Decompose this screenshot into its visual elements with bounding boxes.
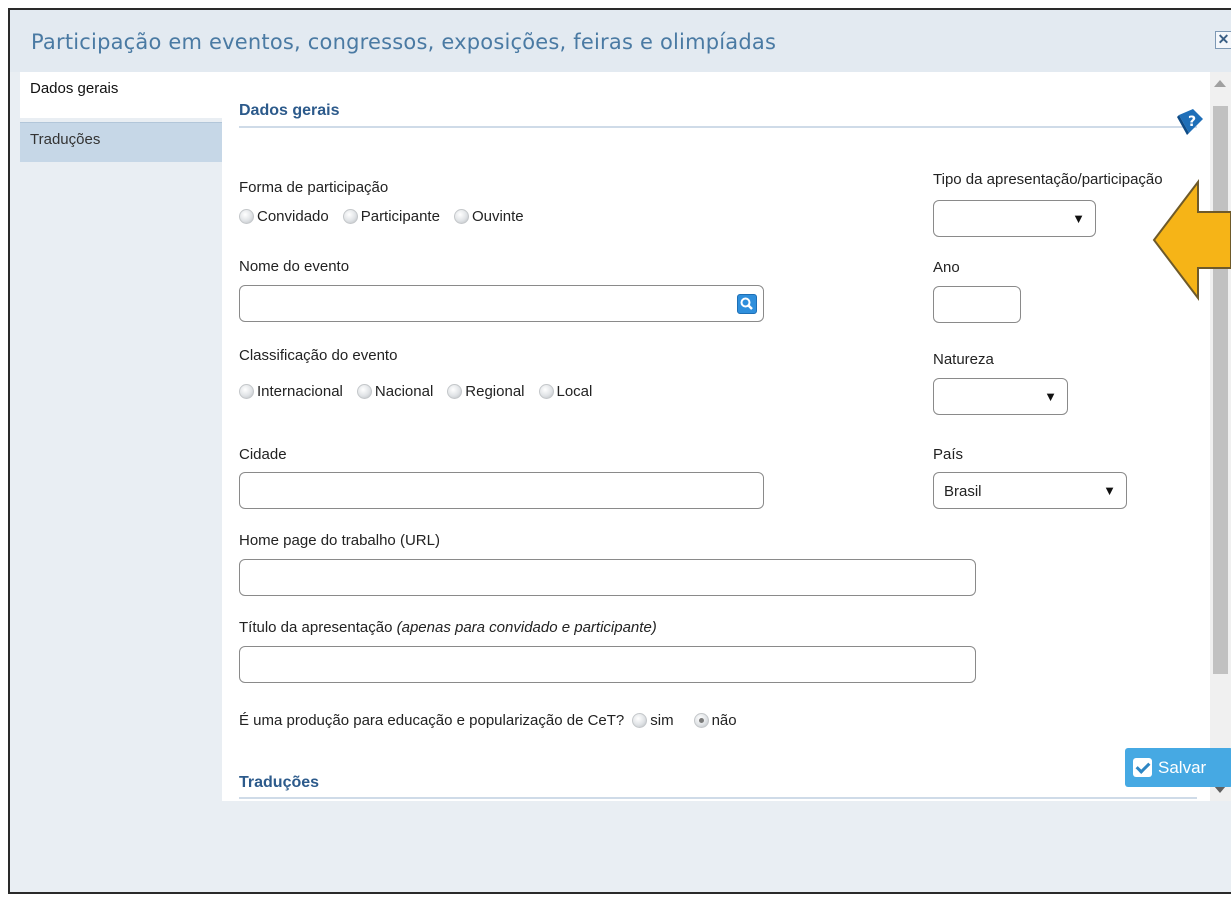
radio-ouvinte[interactable]: [453, 209, 469, 224]
radio-label-internacional: Internacional: [257, 383, 343, 400]
pais-value: Brasil: [944, 483, 982, 500]
radio-nao[interactable]: [693, 713, 709, 728]
chevron-down-icon: ▼: [1072, 211, 1085, 226]
classificacao-radios: Internacional Nacional Regional Local: [239, 383, 606, 400]
radio-label-nacional: Nacional: [374, 383, 434, 400]
tipo-apresentacao-select[interactable]: ▼: [933, 200, 1096, 237]
dialog: Participação em eventos, congressos, exp…: [8, 8, 1231, 894]
scroll-down-icon[interactable]: [1214, 786, 1226, 793]
natureza-label: Natureza: [933, 351, 994, 368]
check-icon: [1133, 758, 1152, 777]
radio-label-participante: Participante: [360, 208, 440, 225]
section-divider: [239, 126, 1197, 128]
titulo-label-text: Título da apresentação: [239, 619, 393, 636]
close-icon[interactable]: ✕: [1215, 31, 1231, 49]
titulo-hint: (apenas para convidado e participante): [396, 619, 657, 636]
save-label: Salvar: [1158, 757, 1207, 777]
radio-label-local: Local: [556, 383, 593, 400]
radio-local[interactable]: [538, 384, 554, 399]
cidade-label: Cidade: [239, 446, 287, 463]
cidade-input[interactable]: [239, 472, 764, 509]
radio-label-convidado: Convidado: [257, 208, 329, 225]
tab-dados-gerais[interactable]: Dados gerais: [20, 72, 230, 118]
radio-convidado[interactable]: [239, 209, 254, 224]
home-page-label: Home page do trabalho (URL): [239, 532, 440, 549]
radio-internacional[interactable]: [239, 384, 254, 399]
help-book-icon[interactable]: ?: [1176, 106, 1206, 136]
tab-list: Dados gerais Traduções: [20, 72, 230, 162]
tab-traducoes[interactable]: Traduções: [20, 122, 230, 162]
search-button[interactable]: [737, 294, 757, 314]
radio-regional[interactable]: [447, 384, 463, 399]
radio-nacional[interactable]: [356, 384, 372, 399]
chevron-down-icon: ▼: [1044, 389, 1057, 404]
search-icon: [740, 297, 753, 310]
educacao-row: É uma produção para educação e populariz…: [239, 712, 751, 729]
scroll-up-icon[interactable]: [1214, 80, 1226, 87]
natureza-select[interactable]: ▼: [933, 378, 1068, 415]
tipo-apresentacao-label: Tipo da apresentação/participação: [933, 171, 1163, 188]
radio-label-nao: não: [711, 712, 737, 729]
educacao-label: É uma produção para educação e populariz…: [239, 712, 625, 729]
arrow-left-icon: [1152, 179, 1231, 301]
ano-label: Ano: [933, 259, 960, 276]
form-panel: Dados gerais ? Forma de participação Con…: [222, 72, 1210, 801]
titulo-label: Título da apresentação (apenas para conv…: [239, 619, 657, 636]
nome-evento-input[interactable]: [239, 285, 764, 322]
forma-participacao-label: Forma de participação: [239, 179, 389, 196]
dialog-title: Participação em eventos, congressos, exp…: [31, 30, 777, 54]
classificacao-label: Classificação do evento: [239, 347, 398, 364]
chevron-down-icon: ▼: [1103, 483, 1116, 498]
radio-label-regional: Regional: [465, 383, 525, 400]
radio-label-ouvinte: Ouvinte: [471, 208, 524, 225]
home-page-input[interactable]: [239, 559, 976, 596]
svg-text:?: ?: [1188, 114, 1196, 130]
section-title-dados-gerais: Dados gerais: [239, 102, 340, 119]
pais-label: País: [933, 446, 964, 463]
section-divider: [239, 797, 1197, 799]
pais-select[interactable]: Brasil ▼: [933, 472, 1127, 509]
dialog-titlebar: Participação em eventos, congressos, exp…: [10, 10, 1231, 72]
section-title-traducoes: Traduções: [239, 774, 320, 791]
radio-sim[interactable]: [632, 713, 648, 728]
titulo-input[interactable]: [239, 646, 976, 683]
radio-label-sim: sim: [650, 712, 674, 729]
radio-participante[interactable]: [342, 209, 358, 224]
save-button[interactable]: Salvar: [1125, 748, 1231, 787]
forma-participacao-radios: Convidado Participante Ouvinte: [239, 208, 538, 225]
nome-evento-label: Nome do evento: [239, 258, 350, 275]
ano-input[interactable]: [933, 286, 1021, 323]
